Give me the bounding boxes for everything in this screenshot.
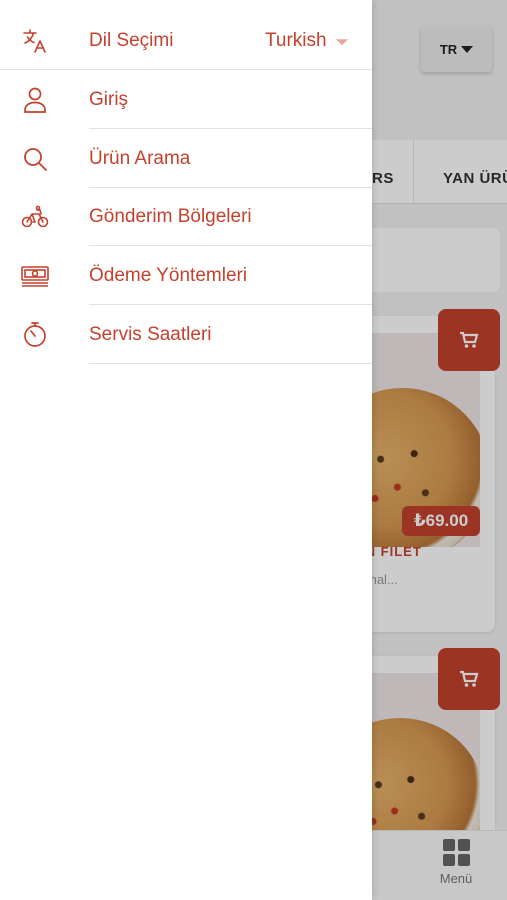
drawer-item-label: Servis Saatleri	[89, 323, 212, 345]
drawer-item-label: Ödeme Yöntemleri	[89, 264, 248, 286]
chevron-down-icon	[336, 38, 348, 45]
search-icon	[20, 144, 50, 174]
navigation-drawer: Dil Seçimi Turkish Giriş Ürün Arama Gönd…	[0, 0, 372, 900]
drawer-item-product-search[interactable]: Ürün Arama	[0, 129, 372, 188]
translate-icon	[20, 26, 50, 56]
drawer-item-label: Giriş	[89, 88, 129, 110]
drawer-item-label: Ürün Arama	[89, 147, 191, 169]
timer-icon	[20, 320, 50, 350]
drawer-item-service-hours[interactable]: Servis Saatleri	[0, 305, 372, 364]
drawer-item-payment-methods[interactable]: Ödeme Yöntemleri	[0, 246, 372, 305]
cash-icon	[20, 261, 50, 291]
drawer-item-language[interactable]: Dil Seçimi Turkish	[0, 11, 372, 70]
drawer-item-delivery-zones[interactable]: Gönderim Bölgeleri	[0, 187, 372, 246]
language-select-value[interactable]: Turkish	[265, 30, 327, 52]
drawer-item-label: Dil Seçimi	[89, 29, 174, 51]
drawer-item-label: Gönderim Bölgeleri	[89, 205, 252, 227]
divider	[89, 363, 372, 364]
user-icon	[20, 85, 50, 115]
bicycle-icon	[20, 202, 50, 232]
drawer-item-login[interactable]: Giriş	[0, 70, 372, 129]
